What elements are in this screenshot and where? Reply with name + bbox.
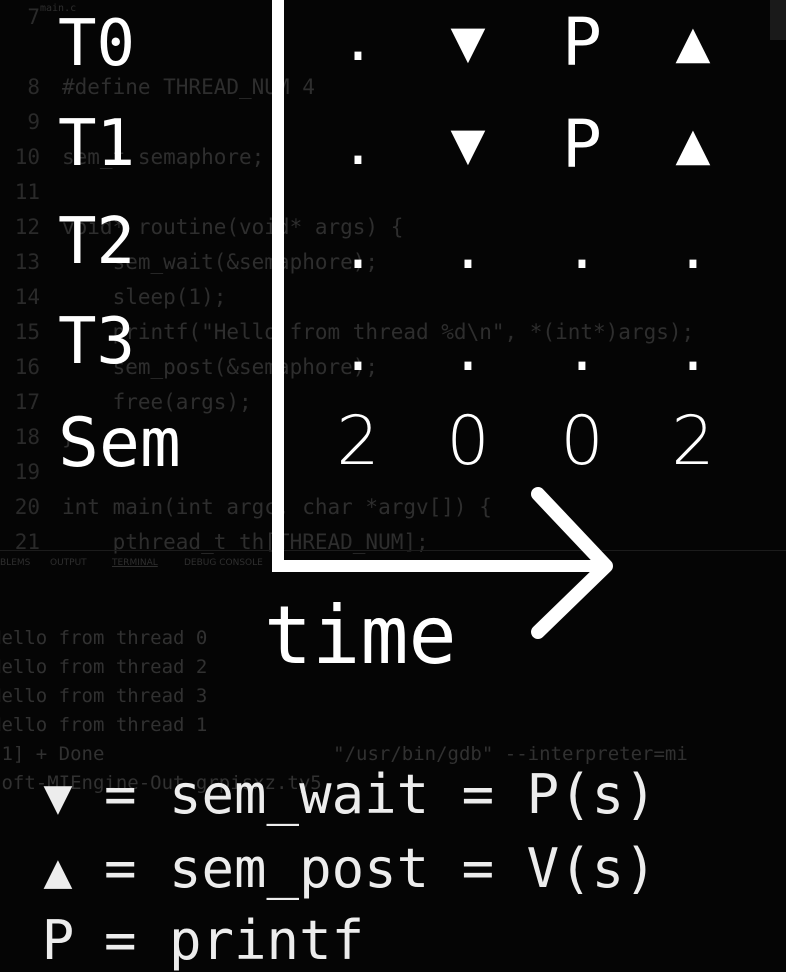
up-triangle-icon: ▲ [43,843,73,899]
time-axis-label: time [264,589,457,682]
semaphore-timeline-diagram: T0 T1 T2 T3 Sem . ▼ P ▲ . ▼ P ▲ . . . . … [0,0,786,972]
legend-sem-post: ▲ = sem_post = V(s) [34,842,657,896]
legend-printf: P = printf [41,909,365,972]
axis-line [272,0,600,572]
down-triangle-icon: ▼ [43,769,73,825]
legend-sem-wait: ▼ = sem_wait = P(s) [34,768,657,822]
